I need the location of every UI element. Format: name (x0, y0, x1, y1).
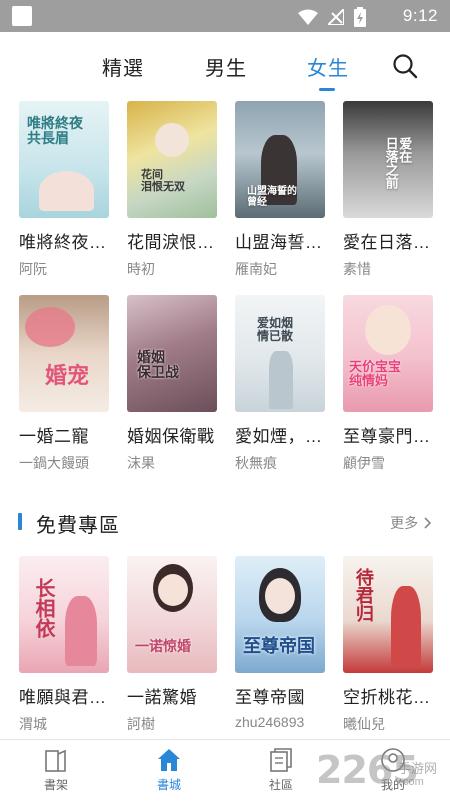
tab-female[interactable]: 女生 (307, 52, 349, 81)
book-author: zhu246893 (235, 714, 305, 730)
nav-label: 書城 (156, 778, 181, 792)
book-title: 婚姻保衛戰 (127, 427, 215, 446)
book-card[interactable]: 婚宠 一婚二寵 一鍋大饅頭 (19, 295, 111, 473)
book-title: 空折桃花… (343, 688, 431, 707)
section-accent-bar (18, 513, 22, 530)
tab-featured[interactable]: 精選 (102, 52, 144, 81)
watermark-domain: .com (400, 776, 424, 788)
book-author: 顧伊雪 (343, 455, 385, 471)
book-title: 唯將終夜… (19, 233, 107, 252)
book-title: 至尊豪門… (343, 427, 431, 446)
nav-bookstore[interactable]: 書城 (139, 746, 199, 793)
book-title: 至尊帝國 (235, 688, 305, 707)
nav-label: 書架 (43, 778, 68, 792)
book-author: 沫果 (127, 455, 155, 471)
community-icon (270, 748, 292, 772)
book-cover: 一诺惊婚 (127, 556, 217, 673)
free-section-header: 免費專區 更多 (0, 506, 450, 538)
book-card[interactable]: 天价宝宝 纯情妈 至尊豪門… 顧伊雪 (343, 295, 435, 473)
book-title: 山盟海誓… (235, 233, 323, 252)
book-author: 素惜 (343, 261, 371, 277)
book-author: 時初 (127, 261, 155, 277)
section-title: 免費專區 (36, 515, 120, 537)
chevron-right-icon (424, 517, 432, 529)
book-title: 愛在日落… (343, 233, 431, 252)
wifi-icon (298, 9, 318, 25)
site-watermark: 2265 手游网 .com (316, 748, 450, 794)
nav-community[interactable]: 社區 (251, 746, 311, 793)
book-title: 愛如煙，… (235, 427, 323, 446)
book-card[interactable]: 爱在 日落之前 愛在日落… 素惜 (343, 101, 435, 279)
book-cover: 待君归 (343, 556, 433, 673)
book-cover: 山盟海誓的 曾经 (235, 101, 325, 218)
status-icons (298, 7, 366, 27)
nav-label: 社區 (268, 778, 293, 792)
search-icon[interactable] (391, 52, 419, 80)
battery-charging-icon (354, 7, 366, 27)
more-link[interactable]: 更多 (390, 513, 432, 533)
book-card[interactable]: 山盟海誓的 曾经 山盟海誓… 雁南妃 (235, 101, 327, 279)
book-cover: 爱在 日落之前 (343, 101, 433, 218)
book-cover: 爱如烟 情已散 (235, 295, 325, 412)
book-card[interactable]: 唯將終夜 共長眉 唯將終夜… 阿阮 (19, 101, 111, 279)
clock: 9:12 (402, 6, 438, 25)
book-author: 阿阮 (19, 261, 47, 277)
active-tab-indicator (319, 88, 335, 91)
status-bar: 9:12 (0, 0, 450, 32)
book-title: 一諾驚婚 (127, 688, 197, 707)
book-card[interactable]: 爱如烟 情已散 愛如煙，… 秋無痕 (235, 295, 327, 473)
book-card[interactable]: 长相依 唯願與君… 渭城 (19, 556, 111, 734)
book-cover: 长相依 (19, 556, 109, 673)
book-author: 雁南妃 (235, 261, 277, 277)
book-cover: 花间 泪恨无双 (127, 101, 217, 218)
book-card[interactable]: 至尊帝国 至尊帝國 zhu246893 (235, 556, 327, 730)
book-card[interactable]: 婚姻 保卫战 婚姻保衛戰 沫果 (127, 295, 219, 473)
book-card[interactable]: 待君归 空折桃花… 曦仙兒 (343, 556, 435, 734)
book-title: 花間淚恨… (127, 233, 215, 252)
book-author: 渭城 (19, 716, 47, 732)
notification-icon (12, 6, 32, 26)
book-title: 一婚二寵 (19, 427, 89, 446)
category-tabs: 精選 男生 女生 (0, 32, 450, 98)
bookshelf-icon (45, 749, 66, 772)
book-author: 一鍋大饅頭 (19, 455, 89, 471)
book-cover: 天价宝宝 纯情妈 (343, 295, 433, 412)
book-author: 秋無痕 (235, 455, 277, 471)
more-label: 更多 (390, 515, 419, 531)
book-cover: 至尊帝国 (235, 556, 325, 673)
book-author: 訶樹 (127, 716, 155, 732)
book-card[interactable]: 一诺惊婚 一諾驚婚 訶樹 (127, 556, 219, 734)
book-card[interactable]: 花间 泪恨无双 花間淚恨… 時初 (127, 101, 219, 279)
bookstore-icon (158, 749, 180, 771)
watermark-text: 手游网 (398, 761, 438, 776)
no-signal-icon (328, 9, 344, 25)
nav-bookshelf[interactable]: 書架 (26, 746, 86, 793)
book-author: 曦仙兒 (343, 716, 385, 732)
book-cover: 唯將終夜 共長眉 (19, 101, 109, 218)
tab-male[interactable]: 男生 (205, 52, 247, 81)
book-title: 唯願與君… (19, 688, 107, 707)
book-cover: 婚宠 (19, 295, 109, 412)
book-cover: 婚姻 保卫战 (127, 295, 217, 412)
